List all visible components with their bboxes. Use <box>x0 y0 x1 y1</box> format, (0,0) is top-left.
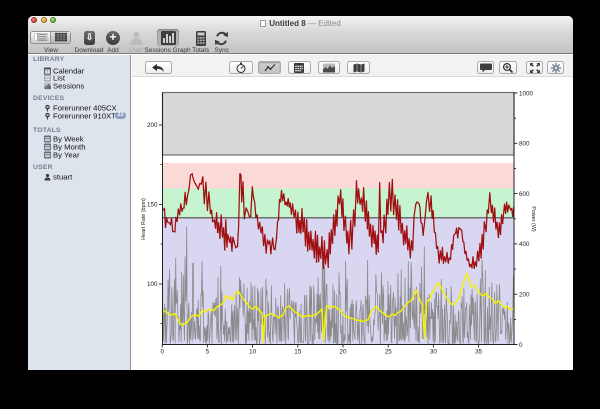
svg-text:0: 0 <box>519 342 523 349</box>
svg-text:Power (W): Power (W) <box>530 206 536 232</box>
svg-text:30: 30 <box>430 349 438 356</box>
svg-text:35: 35 <box>475 349 483 356</box>
svg-text:150: 150 <box>147 202 158 209</box>
svg-text:10: 10 <box>249 349 257 356</box>
svg-text:0: 0 <box>160 349 164 356</box>
svg-text:5: 5 <box>206 349 210 356</box>
svg-text:15: 15 <box>294 349 302 356</box>
svg-text:200: 200 <box>147 122 158 129</box>
svg-text:20: 20 <box>339 349 347 356</box>
svg-text:800: 800 <box>519 141 530 148</box>
svg-text:Heart Rate (bpm): Heart Rate (bpm) <box>141 198 147 240</box>
svg-text:25: 25 <box>385 349 393 356</box>
svg-text:200: 200 <box>519 292 530 299</box>
svg-text:100: 100 <box>147 281 158 288</box>
svg-text:600: 600 <box>519 191 530 198</box>
svg-text:400: 400 <box>519 241 530 248</box>
svg-text:1000: 1000 <box>519 90 534 97</box>
